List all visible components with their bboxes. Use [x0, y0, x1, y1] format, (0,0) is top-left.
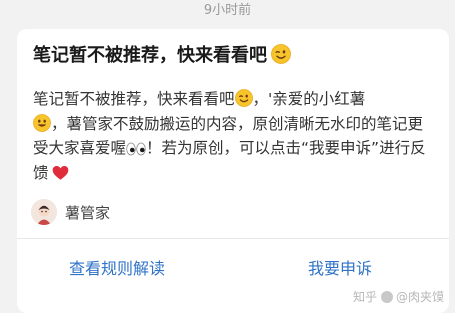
- message-text-1: 笔记暂不被推荐，快来看看吧: [33, 90, 235, 108]
- card-title-text: 笔记暂不被推荐，快来看看吧: [33, 45, 267, 66]
- card-message: 笔记暂不被推荐，快来看看吧 ，'亲爱的小红薯 ，薯管家不鼓励搬运的内容，原创清晰无水…: [33, 87, 435, 185]
- red-heart-emoji-icon: [52, 165, 69, 181]
- message-timestamp: 9小时前: [203, 3, 252, 18]
- watermark-site: 知乎: [353, 290, 378, 304]
- watermark-user: @肉夹馍: [396, 290, 445, 304]
- notification-card: 笔记暂不被推荐，快来看看吧 笔记暂不被推荐，快来看看吧 ，'亲爱的小红薯 ，薯管家不…: [17, 29, 449, 313]
- user-avatar-icon: [381, 290, 394, 303]
- eyes-emoji-icon: [126, 142, 146, 156]
- author-name: 薯管家: [65, 203, 111, 222]
- wink-emoji-icon: [234, 89, 253, 107]
- view-rules-button[interactable]: 查看规则解读: [69, 258, 165, 280]
- wink-emoji-icon: [270, 44, 291, 64]
- author-row: 薯管家: [31, 199, 110, 225]
- card-title: 笔记暂不被推荐，快来看看吧: [33, 44, 291, 68]
- message-text-2: ，'亲爱的小红薯: [252, 90, 366, 108]
- appeal-button[interactable]: 我要申诉: [308, 258, 372, 280]
- smile-emoji-icon: [33, 113, 51, 132]
- shuguanjia-avatar-icon: [31, 199, 57, 225]
- zhihu-watermark: 知乎 @肉夹馍: [353, 288, 444, 305]
- card-divider: [17, 238, 449, 239]
